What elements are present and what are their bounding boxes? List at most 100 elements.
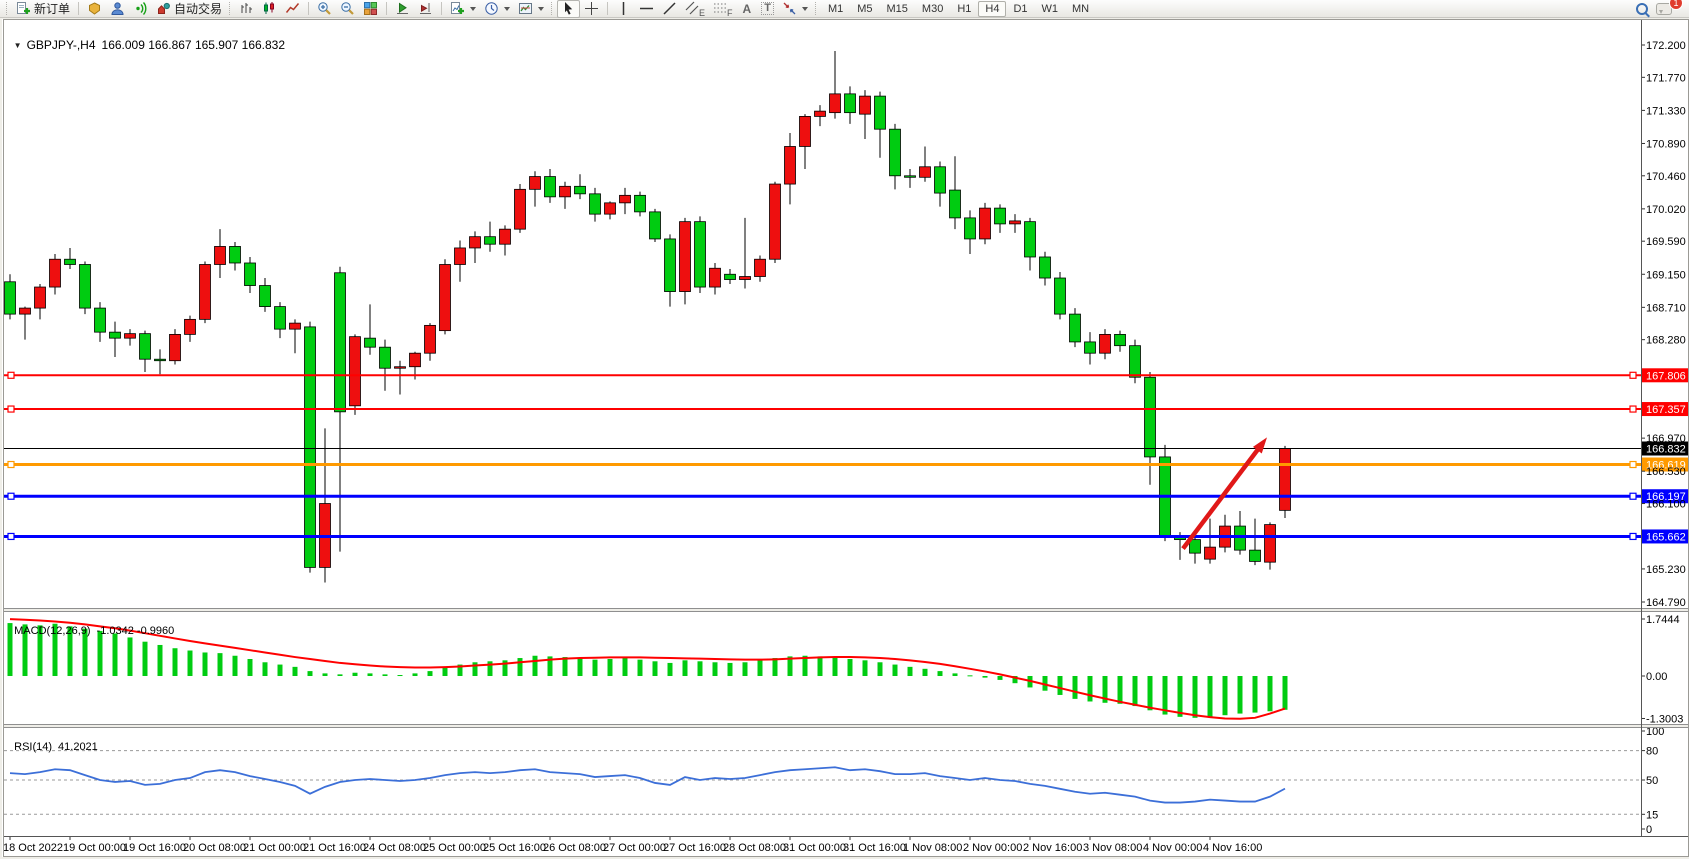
vertical-line-button[interactable] (612, 0, 635, 18)
line-handle[interactable] (8, 372, 14, 378)
line-handle[interactable] (1630, 493, 1636, 499)
svg-text:169.150: 169.150 (1646, 269, 1686, 281)
autotrade-button[interactable]: 自动交易 (152, 0, 226, 18)
svg-text:1.7444: 1.7444 (1646, 614, 1680, 626)
macd-title: MACD(12,26,9) (14, 625, 90, 637)
cursor-icon (561, 1, 576, 16)
person-icon (110, 1, 125, 16)
signal-button[interactable] (129, 0, 152, 18)
cube-icon (87, 1, 102, 16)
search-icon (1636, 3, 1648, 15)
templates-button[interactable] (514, 0, 548, 18)
line-chart-button[interactable] (281, 0, 304, 18)
candle (695, 216, 706, 293)
candle (680, 218, 691, 304)
svg-text:165.230: 165.230 (1646, 564, 1686, 576)
indicators-button[interactable] (446, 0, 480, 18)
timeframe-m15-button[interactable]: M15 (880, 1, 915, 17)
timeframe-w1-button[interactable]: W1 (1035, 1, 1066, 17)
notifications-button[interactable]: 1 (1652, 0, 1676, 18)
profile-button[interactable] (106, 0, 129, 18)
timeframe-d1-button[interactable]: D1 (1006, 1, 1034, 17)
line-handle[interactable] (1630, 462, 1636, 468)
svg-text:18 Oct 2022: 18 Oct 2022 (3, 842, 63, 854)
text-icon: A (741, 2, 754, 16)
new-order-icon (16, 1, 31, 16)
candle (1130, 340, 1141, 384)
horizontal-line-button[interactable] (635, 0, 658, 18)
toolbar-grip (551, 2, 554, 15)
macd-indicator-label: MACD(12,26,9)-1.0342 -0.9960 (8, 613, 174, 637)
timeframe-m5-button[interactable]: M5 (850, 1, 879, 17)
text-label-icon: T (761, 2, 774, 15)
line-handle[interactable] (8, 493, 14, 499)
rsi-indicator-label: RSI(14)41.2021 (8, 729, 98, 753)
auto-scroll-button[interactable] (391, 0, 414, 18)
timeframe-mn-button[interactable]: MN (1065, 1, 1096, 17)
timeframe-m30-button[interactable]: M30 (915, 1, 950, 17)
timeframe-h1-button[interactable]: H1 (950, 1, 978, 17)
svg-text:26 Oct 08:00: 26 Oct 08:00 (543, 842, 606, 854)
svg-text:169.590: 169.590 (1646, 236, 1686, 248)
chart-shift-button[interactable] (414, 0, 437, 18)
svg-text:168.710: 168.710 (1646, 302, 1686, 314)
candlestick-chart-button[interactable] (258, 0, 281, 18)
cursor-button[interactable] (557, 0, 580, 18)
svg-text:50: 50 (1646, 775, 1658, 787)
chart-canvas[interactable]: 167.806167.357166.832166.619166.197165.6… (0, 0, 1689, 859)
tile-windows-button[interactable] (359, 0, 382, 18)
svg-text:170.890: 170.890 (1646, 138, 1686, 150)
symbol-ohlc-line[interactable]: GBPJPY-,H4166.009 166.867 165.907 166.83… (7, 24, 285, 52)
fibonacci-button[interactable]: F (709, 0, 737, 18)
svg-text:4 Nov 00:00: 4 Nov 00:00 (1143, 842, 1202, 854)
new-order-button[interactable]: 新订单 (12, 0, 74, 18)
text-button[interactable]: A (737, 0, 758, 18)
line-handle[interactable] (8, 406, 14, 412)
search-button[interactable] (1632, 0, 1652, 18)
zoom-out-button[interactable] (336, 0, 359, 18)
line-handle[interactable] (1630, 533, 1636, 539)
new-order-label: 新订单 (34, 0, 70, 17)
zoom-in-button[interactable] (313, 0, 336, 18)
candle (1070, 308, 1081, 347)
timeframe-h4-button[interactable]: H4 (978, 1, 1006, 17)
symbol-ohlc-values: 166.009 166.867 165.907 166.832 (102, 38, 286, 52)
text-label-button[interactable]: T (757, 0, 778, 18)
line-handle[interactable] (1630, 372, 1636, 378)
arrows-icon (782, 1, 797, 16)
line-handle[interactable] (1630, 406, 1636, 412)
svg-text:170.020: 170.020 (1646, 204, 1686, 216)
svg-text:21 Oct 16:00: 21 Oct 16:00 (303, 842, 366, 854)
svg-text:25 Oct 16:00: 25 Oct 16:00 (483, 842, 546, 854)
autotrade-icon (156, 1, 171, 16)
svg-text:170.460: 170.460 (1646, 171, 1686, 183)
bar-chart-button[interactable] (235, 0, 258, 18)
separator (78, 2, 79, 15)
arrows-button[interactable] (778, 0, 812, 18)
timeframe-m1-button[interactable]: M1 (821, 1, 850, 17)
svg-text:167.806: 167.806 (1646, 370, 1686, 382)
trendline-button[interactable] (658, 0, 681, 18)
auto-scroll-icon (395, 1, 410, 16)
candle (980, 203, 991, 244)
notification-badge: 1 (1669, 0, 1683, 10)
candle (515, 184, 526, 233)
candle (1055, 272, 1066, 319)
crosshair-button[interactable] (580, 0, 603, 18)
svg-text:20 Oct 08:00: 20 Oct 08:00 (183, 842, 246, 854)
chart-shift-icon (418, 1, 433, 16)
toolbar: 新订单 自动交易 E F A T M1 M5 M15 M30 H1 H4 D1 … (0, 0, 1689, 18)
svg-text:19 Oct 00:00: 19 Oct 00:00 (63, 842, 126, 854)
market-watch-button[interactable] (83, 0, 106, 18)
line-handle[interactable] (8, 533, 14, 539)
svg-text:31 Oct 16:00: 31 Oct 16:00 (843, 842, 906, 854)
channel-button[interactable]: E (681, 0, 709, 18)
candle (170, 329, 181, 364)
svg-text:15: 15 (1646, 809, 1658, 821)
svg-text:166.530: 166.530 (1646, 466, 1686, 478)
dropdown-caret-icon (470, 7, 476, 11)
line-handle[interactable] (8, 462, 14, 468)
toolbar-grip (6, 2, 9, 15)
periods-button[interactable] (480, 0, 514, 18)
svg-text:80: 80 (1646, 746, 1658, 758)
